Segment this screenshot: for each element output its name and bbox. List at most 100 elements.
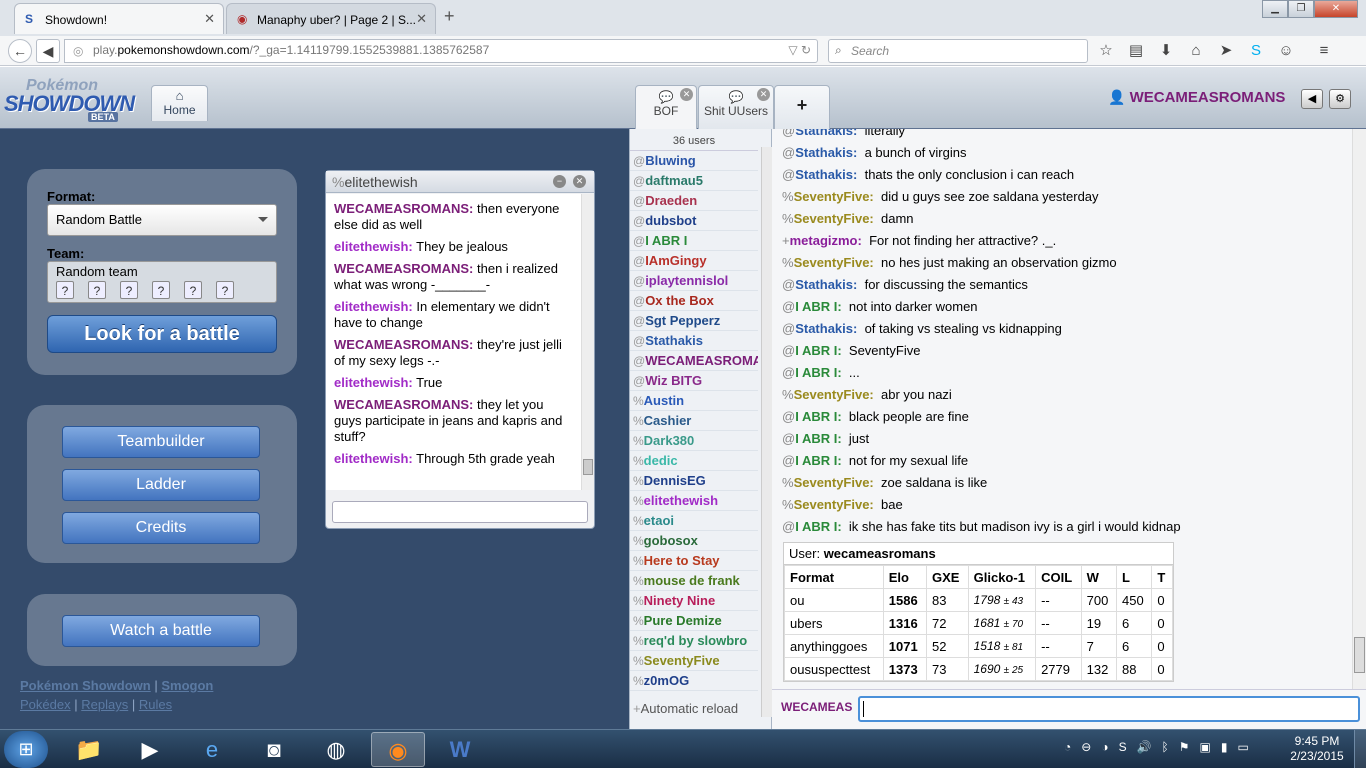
pm-input[interactable] xyxy=(332,501,588,523)
url-bar[interactable]: ◎ play.pokemonshowdown.com/?_ga=1.141197… xyxy=(64,39,818,63)
user-list-item[interactable]: @Bluwing xyxy=(630,151,758,171)
user-list-item[interactable]: %Here to Stay xyxy=(630,551,758,571)
download-icon[interactable]: ⬇ xyxy=(1156,41,1176,61)
tab-room-shit-uusers[interactable]: 💬 Shit UUsers ✕ xyxy=(698,85,774,129)
tab-room-bof[interactable]: 💬 BOF ✕ xyxy=(635,85,697,130)
pm-message-user[interactable]: WECAMEASROMANS: xyxy=(334,397,473,412)
close-window-icon[interactable]: ✕ xyxy=(1314,0,1358,18)
look-for-battle-button[interactable]: Look for a battle xyxy=(47,315,277,353)
pokemon-showdown-link[interactable]: Pokémon Showdown xyxy=(20,678,151,693)
chat-username[interactable]: Stathakis: xyxy=(795,321,857,336)
user-list-item[interactable]: %SeventyFive xyxy=(630,651,758,671)
windows-start-icon[interactable]: ⊞ xyxy=(4,731,48,768)
chat-username[interactable]: SeventyFive: xyxy=(794,497,874,512)
minimize-icon[interactable]: − xyxy=(553,175,566,188)
taskbar-clock[interactable]: 9:45 PM 2/23/2015 xyxy=(1282,734,1352,764)
credits-button[interactable]: Credits xyxy=(62,512,260,544)
pm-scrollbar[interactable] xyxy=(581,194,594,490)
file-explorer-icon[interactable]: 📁 xyxy=(62,732,116,767)
user-list-item[interactable]: @Draeden xyxy=(630,191,758,211)
user-list-item[interactable]: @I ABR I xyxy=(630,231,758,251)
chat-username[interactable]: metagizmo: xyxy=(790,233,862,248)
tray-minus-icon[interactable]: ⊖ xyxy=(1081,740,1091,754)
user-list-item[interactable]: @Sgt Pepperz xyxy=(630,311,758,331)
smogon-link[interactable]: Smogon xyxy=(161,678,213,693)
iqiyi-icon[interactable]: ◙ xyxy=(247,732,301,767)
hello-icon[interactable]: ☺ xyxy=(1276,41,1296,61)
user-list-scrollbar[interactable] xyxy=(761,147,772,717)
pokedex-link[interactable]: Pokédex xyxy=(20,697,71,712)
user-list-item[interactable]: %mouse de frank xyxy=(630,571,758,591)
user-list-item[interactable]: %dedic xyxy=(630,451,758,471)
pm-message-user[interactable]: elitethewish: xyxy=(334,239,413,254)
chat-username[interactable]: I ABR I: xyxy=(795,519,841,534)
word-icon[interactable]: W xyxy=(433,732,487,767)
gear-icon[interactable]: ⚙ xyxy=(1329,89,1351,109)
internet-explorer-icon[interactable]: e xyxy=(185,732,239,767)
user-list-item[interactable]: @iplaytennislol xyxy=(630,271,758,291)
pm-message-user[interactable]: elitethewish: xyxy=(334,451,413,466)
tray-flag-icon[interactable]: ⚑ xyxy=(1179,740,1190,754)
chat-username[interactable]: SeventyFive: xyxy=(794,189,874,204)
menu-icon[interactable]: ≡ xyxy=(1314,41,1334,61)
chat-username[interactable]: I ABR I: xyxy=(795,409,841,424)
rules-link[interactable]: Rules xyxy=(139,697,172,712)
chat-username[interactable]: Stathakis: xyxy=(795,277,857,292)
send-icon[interactable]: ➤ xyxy=(1216,41,1236,61)
chat-username[interactable]: SeventyFive: xyxy=(794,475,874,490)
show-desktop-button[interactable] xyxy=(1354,730,1366,768)
team-select[interactable]: Random team ? ? ? ? ? ? xyxy=(47,261,277,303)
format-select[interactable]: Random Battle xyxy=(47,204,277,236)
user-list-item[interactable]: %DennisEG xyxy=(630,471,758,491)
user-list-item[interactable]: @Stathakis xyxy=(630,331,758,351)
chat-username[interactable]: SeventyFive: xyxy=(794,387,874,402)
showdown-logo[interactable]: Pokémon SHOWDOWN BETA xyxy=(4,73,148,125)
user-list-item[interactable]: @daftmau5 xyxy=(630,171,758,191)
tray-app-icon[interactable]: ◔ xyxy=(1064,740,1071,754)
close-room-icon[interactable]: ✕ xyxy=(680,88,693,101)
replays-link[interactable]: Replays xyxy=(81,697,128,712)
user-list-item[interactable]: @WECAMEASROMANS xyxy=(630,351,758,371)
chat-username[interactable]: I ABR I: xyxy=(795,453,841,468)
chat-username[interactable]: SeventyFive: xyxy=(794,211,874,226)
tray-signal-icon[interactable]: ▮ xyxy=(1221,740,1228,754)
maximize-icon[interactable]: ❐ xyxy=(1288,0,1314,18)
browser-tab-showdown[interactable]: S Showdown! ✕ xyxy=(14,3,224,34)
browser-tab-smogon[interactable]: ◉ Manaphy uber? | Page 2 | S... ✕ xyxy=(226,3,436,34)
reload-icon[interactable]: ▽ ↻ xyxy=(788,43,811,57)
chat-username[interactable]: Stathakis: xyxy=(795,129,857,138)
close-room-icon[interactable]: ✕ xyxy=(757,88,770,101)
pm-message-user[interactable]: WECAMEASROMANS: xyxy=(334,261,473,276)
user-list-item[interactable]: %z0mOG xyxy=(630,671,758,691)
pm-title[interactable]: %elitethewish − ✕ xyxy=(326,171,594,193)
chat-username[interactable]: SeventyFive: xyxy=(794,255,874,270)
tray-app2-icon[interactable]: ◑ xyxy=(1101,740,1108,754)
user-list-item[interactable]: %Austin xyxy=(630,391,758,411)
home-icon[interactable]: ⌂ xyxy=(1186,41,1206,61)
tray-network2-icon[interactable]: ▣ xyxy=(1200,740,1211,754)
pm-message-user[interactable]: WECAMEASROMANS: xyxy=(334,201,473,216)
pm-message-user[interactable]: elitethewish: xyxy=(334,299,413,314)
user-list-item[interactable]: @IAmGingy xyxy=(630,251,758,271)
tray-volume-icon[interactable]: 🔊 xyxy=(1137,740,1152,754)
tray-bluetooth-icon[interactable]: ᛒ xyxy=(1162,740,1169,754)
chat-message-input[interactable] xyxy=(858,696,1360,722)
minimize-icon[interactable]: ▁ xyxy=(1262,0,1288,18)
media-player-icon[interactable]: ▶ xyxy=(123,732,177,767)
user-list-item[interactable]: %req'd by slowbro xyxy=(630,631,758,651)
user-list-footer-text[interactable]: Automatic reload xyxy=(641,701,739,716)
pm-message-user[interactable]: elitethewish: xyxy=(334,375,413,390)
chat-scroll-thumb[interactable] xyxy=(1354,637,1365,673)
user-list-item[interactable]: @Ox the Box xyxy=(630,291,758,311)
user-list-item[interactable]: %Pure Demize xyxy=(630,611,758,631)
chat-username[interactable]: I ABR I: xyxy=(795,343,841,358)
user-list-item[interactable]: @Wiz BITG xyxy=(630,371,758,391)
add-room-button[interactable]: + xyxy=(774,85,830,129)
close-tab-icon[interactable]: ✕ xyxy=(416,11,427,27)
chrome-icon[interactable]: ◍ xyxy=(309,732,363,767)
teambuilder-button[interactable]: Teambuilder xyxy=(62,426,260,458)
tab-home[interactable]: ⌂ Home xyxy=(151,85,208,121)
watch-battle-button[interactable]: Watch a battle xyxy=(62,615,260,647)
chat-username[interactable]: I ABR I: xyxy=(795,365,841,380)
skype-icon[interactable]: S xyxy=(1246,41,1266,61)
